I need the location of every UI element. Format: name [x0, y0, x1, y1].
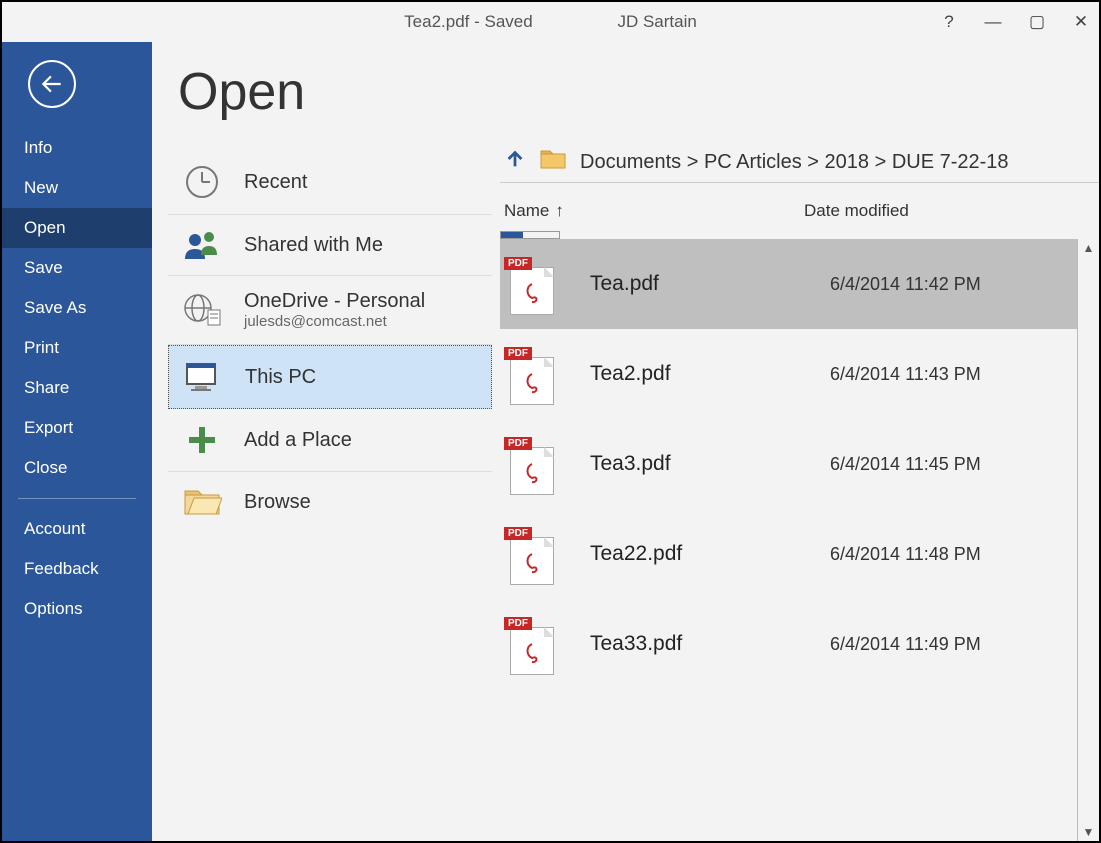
main-panel: Open Recent Shared with Me OneDrive - Pers…	[152, 42, 1099, 841]
place-recent[interactable]: Recent	[168, 150, 492, 215]
nav-item-open[interactable]: Open	[2, 208, 152, 248]
file-name: Tea33.pdf	[590, 632, 830, 656]
page-title: Open	[178, 62, 492, 122]
nav-item-save[interactable]: Save	[2, 248, 152, 288]
place-label: This PC	[245, 366, 316, 389]
nav-item-new[interactable]: New	[2, 168, 152, 208]
pdf-file-icon: PDF	[504, 253, 556, 315]
file-row[interactable]: PDF Tea22.pdf6/4/2014 11:48 PM	[500, 509, 1077, 599]
maximize-button[interactable]: ▢	[1027, 12, 1047, 32]
file-name: Tea2.pdf	[590, 362, 830, 386]
file-date: 6/4/2014 11:45 PM	[830, 454, 1077, 475]
place-onedrive[interactable]: OneDrive - Personaljulesds@comcast.net	[168, 276, 492, 345]
pdf-file-icon: PDF	[504, 613, 556, 675]
nav-item-feedback[interactable]: Feedback	[2, 549, 152, 589]
place-label: Recent	[244, 171, 307, 194]
help-button[interactable]: ?	[939, 12, 959, 32]
close-button[interactable]: ✕	[1071, 12, 1091, 32]
nav-item-info[interactable]: Info	[2, 128, 152, 168]
sidebar-separator	[18, 498, 136, 499]
place-label: Browse	[244, 491, 311, 514]
titlebar: Tea2.pdf - Saved JD Sartain ? — ▢ ✕	[2, 2, 1099, 42]
file-row[interactable]: PDF Tea3.pdf6/4/2014 11:45 PM	[500, 419, 1077, 509]
nav-item-account[interactable]: Account	[2, 509, 152, 549]
scroll-up-icon[interactable]: ▲	[1083, 241, 1095, 255]
file-name: Tea3.pdf	[590, 452, 830, 476]
nav-item-export[interactable]: Export	[2, 408, 152, 448]
name-column-width-indicator	[500, 231, 560, 239]
file-list: PDFTea.pdf6/4/2014 11:42 PMPDFTea2.pdf6/…	[500, 239, 1077, 841]
pdf-file-icon: PDF	[504, 433, 556, 495]
places-panel: Open Recent Shared with Me OneDrive - Pers…	[152, 42, 492, 841]
file-date: 6/4/2014 11:42 PM	[830, 274, 1077, 295]
minimize-button[interactable]: —	[983, 12, 1003, 32]
place-sublabel: julesds@comcast.net	[244, 313, 425, 330]
word-backstage-window: Tea2.pdf - Saved JD Sartain ? — ▢ ✕ Info…	[0, 0, 1101, 843]
file-name: Tea.pdf	[590, 272, 830, 296]
back-button[interactable]	[28, 60, 76, 108]
file-date: 6/4/2014 11:49 PM	[830, 634, 1077, 655]
place-addplace[interactable]: Add a Place	[168, 409, 492, 472]
user-name: JD Sartain	[617, 12, 696, 32]
thispc-icon	[181, 360, 225, 394]
place-label: OneDrive - Personal	[244, 290, 425, 313]
pdf-file-icon: PDF	[504, 523, 556, 585]
breadcrumb-path[interactable]: Documents > PC Articles > 2018 > DUE 7-2…	[580, 151, 1009, 174]
up-arrow-icon[interactable]	[504, 148, 526, 176]
file-row[interactable]: PDF Tea.pdf6/4/2014 11:42 PM	[500, 239, 1077, 329]
nav-item-save-as[interactable]: Save As	[2, 288, 152, 328]
recent-icon	[180, 164, 224, 200]
file-row[interactable]: PDF Tea33.pdf6/4/2014 11:49 PM	[500, 599, 1077, 689]
column-name-label[interactable]: Name	[504, 201, 549, 221]
file-date: 6/4/2014 11:43 PM	[830, 364, 1077, 385]
file-date: 6/4/2014 11:48 PM	[830, 544, 1077, 565]
nav-item-close[interactable]: Close	[2, 448, 152, 488]
shared-icon	[180, 229, 224, 261]
column-headers: Name ↑ Date modified	[500, 201, 1099, 227]
browse-icon	[180, 486, 224, 518]
file-browser: Documents > PC Articles > 2018 > DUE 7-2…	[492, 42, 1099, 841]
titlebar-center: Tea2.pdf - Saved JD Sartain	[2, 12, 1099, 32]
window-controls: ? — ▢ ✕	[939, 12, 1091, 32]
folder-icon	[540, 148, 566, 176]
onedrive-icon	[180, 292, 224, 328]
scrollbar[interactable]: ▲ ▼	[1077, 239, 1099, 841]
place-browse[interactable]: Browse	[168, 472, 492, 532]
column-date-label[interactable]: Date modified	[804, 201, 909, 220]
scroll-down-icon[interactable]: ▼	[1083, 825, 1095, 839]
place-shared[interactable]: Shared with Me	[168, 215, 492, 276]
backstage-sidebar: InfoNewOpenSaveSave AsPrintShareExportCl…	[2, 42, 152, 841]
breadcrumb: Documents > PC Articles > 2018 > DUE 7-2…	[500, 142, 1099, 183]
document-title: Tea2.pdf - Saved	[404, 12, 533, 32]
place-thispc[interactable]: This PC	[168, 345, 492, 409]
nav-item-share[interactable]: Share	[2, 368, 152, 408]
addplace-icon	[180, 423, 224, 457]
nav-item-print[interactable]: Print	[2, 328, 152, 368]
nav-item-options[interactable]: Options	[2, 589, 152, 629]
file-name: Tea22.pdf	[590, 542, 830, 566]
place-label: Shared with Me	[244, 234, 383, 257]
file-row[interactable]: PDF Tea2.pdf6/4/2014 11:43 PM	[500, 329, 1077, 419]
pdf-file-icon: PDF	[504, 343, 556, 405]
sort-asc-icon[interactable]: ↑	[555, 201, 564, 221]
place-label: Add a Place	[244, 429, 352, 452]
